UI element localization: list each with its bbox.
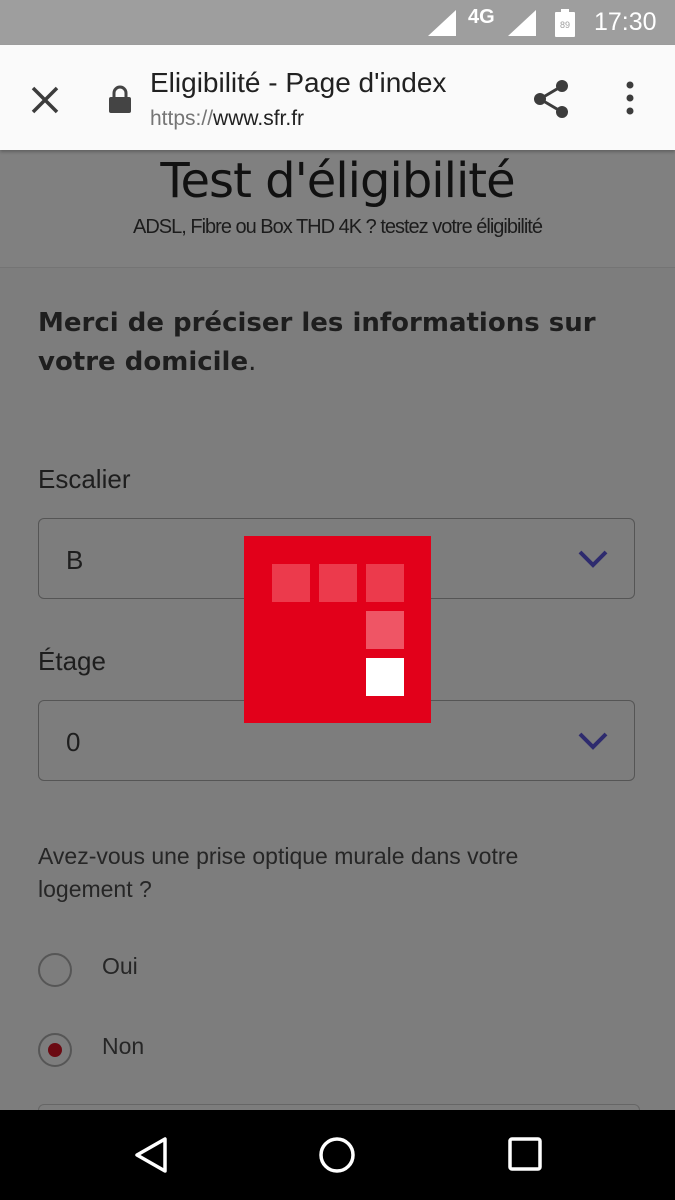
etage-value: 0	[66, 727, 81, 757]
signal-icon	[428, 10, 456, 36]
escalier-value: B	[66, 545, 84, 575]
page-tab-title: Eligibilité - Page d'index	[150, 67, 447, 98]
url-scheme: https://	[150, 107, 214, 130]
intro-bold: Merci de préciser les informations sur v…	[38, 308, 596, 377]
logo-square	[366, 611, 404, 649]
logo-square	[272, 564, 310, 602]
clock: 17:30	[594, 8, 657, 36]
chevron-down-icon	[578, 732, 608, 750]
etage-label: Étage	[38, 646, 106, 676]
lock-icon	[109, 85, 131, 113]
escalier-label: Escalier	[38, 464, 131, 494]
share-icon[interactable]	[530, 78, 572, 120]
status-bar: 4G 89 17:30	[0, 0, 675, 45]
signal-icon	[508, 10, 536, 36]
intro-text: Merci de préciser les informations sur v…	[38, 304, 638, 382]
radio-oui-label[interactable]: Oui	[102, 953, 138, 980]
more-vert-icon[interactable]	[620, 79, 640, 119]
radio-selected-dot	[48, 1043, 62, 1057]
optical-outlet-question: Avez-vous une prise optique murale dans …	[38, 843, 519, 902]
radio-non[interactable]	[38, 1033, 72, 1067]
url-bar[interactable]: https://www.sfr.fr	[150, 107, 304, 131]
battery-level: 89	[560, 20, 570, 30]
logo-square	[319, 564, 357, 602]
page-title: Test d'éligibilité	[160, 153, 515, 209]
network-type: 4G	[468, 6, 495, 28]
close-icon[interactable]	[28, 83, 62, 117]
nav-home-icon[interactable]	[318, 1136, 356, 1174]
android-nav-bar	[0, 1110, 675, 1200]
nav-back-icon[interactable]	[133, 1136, 169, 1174]
intro-suffix: .	[248, 347, 257, 377]
url-host: www.sfr.fr	[213, 107, 305, 130]
page-subtitle: ADSL, Fibre ou Box THD 4K ? testez votre…	[133, 216, 543, 238]
chevron-down-icon	[578, 550, 608, 568]
logo-square	[366, 564, 404, 602]
nav-recent-icon[interactable]	[508, 1137, 542, 1171]
logo-square	[366, 658, 404, 696]
battery-icon: 89	[555, 9, 575, 37]
radio-non-label[interactable]: Non	[102, 1033, 144, 1060]
sfr-loading-logo	[244, 536, 431, 723]
browser-toolbar: Eligibilité - Page d'index https://www.s…	[0, 45, 675, 150]
radio-oui[interactable]	[38, 953, 72, 987]
